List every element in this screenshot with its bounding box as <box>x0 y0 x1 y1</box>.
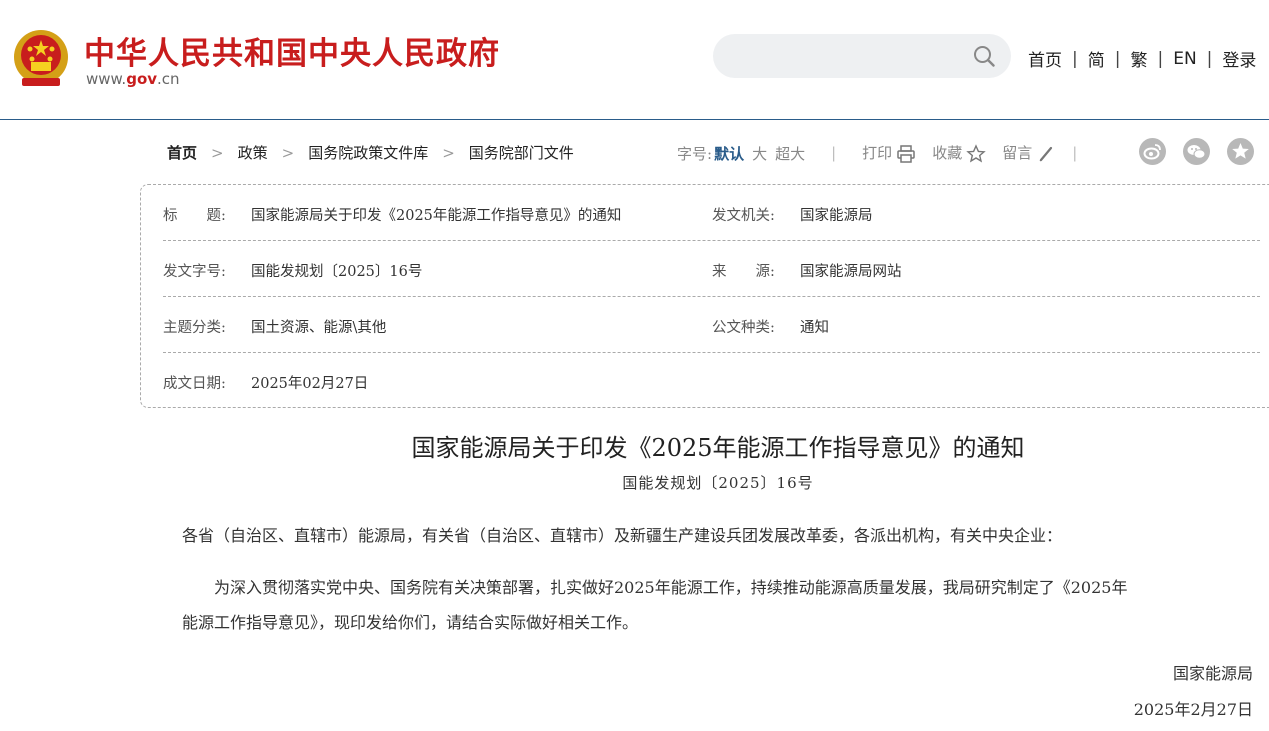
site-header: 中华人民共和国中央人民政府 www.gov.cn 首页 | 简 | 繁 | EN… <box>0 0 1269 120</box>
article-doc-number: 国能发规划〔2025〕16号 <box>622 474 814 492</box>
wechat-icon <box>1187 145 1206 159</box>
article-salutation: 各省（自治区、直辖市）能源局，有关省（自治区、直辖市）及新疆生产建设兵团发展改革… <box>182 526 1063 545</box>
print-button[interactable]: 打印 <box>862 142 916 164</box>
title-label: 标 题: <box>163 208 226 224</box>
article-tools: 字号: 默认 大 超大 | 打印 收藏 留言 | <box>677 142 1077 164</box>
nav-separator: | <box>1157 48 1164 69</box>
breadcrumb-department-docs[interactable]: 国务院部门文件 <box>469 142 574 163</box>
site-url[interactable]: www.gov.cn <box>86 70 180 88</box>
article-sign-date: 2025年2月27日 <box>1133 700 1253 719</box>
comment-label: 留言 <box>1002 144 1033 162</box>
breadcrumb-home[interactable]: 首页 <box>167 142 197 163</box>
qzone-share-button[interactable] <box>1227 138 1254 165</box>
wechat-share-button[interactable] <box>1183 138 1210 165</box>
print-label: 打印 <box>862 144 893 162</box>
favorite-label: 收藏 <box>932 144 963 162</box>
nav-traditional[interactable]: 繁 <box>1130 46 1147 71</box>
metadata-row: 标 题: 国家能源局关于印发《2025年能源工作指导意见》的通知 发文机关: 国… <box>163 185 1260 241</box>
metadata-row: 成文日期: 2025年02月27日 <box>163 353 1260 409</box>
search-icon[interactable] <box>973 45 995 67</box>
font-size-xlarge[interactable]: 超大 <box>775 143 805 164</box>
docno-label: 发文字号: <box>163 264 226 280</box>
nav-login[interactable]: 登录 <box>1222 46 1256 71</box>
nav-simplified[interactable]: 简 <box>1088 46 1105 71</box>
breadcrumb-policy[interactable]: 政策 <box>238 142 268 163</box>
favorite-button[interactable]: 收藏 <box>932 142 986 164</box>
article-body-line: 为深入贯彻落实党中央、国务院有关决策部署，扎实做好2025年能源工作，持续推动能… <box>182 578 1128 597</box>
date-label: 成文日期: <box>163 376 226 392</box>
nav-separator: | <box>1114 48 1121 69</box>
nav-separator: | <box>1072 48 1078 69</box>
topic-label: 主题分类: <box>163 320 226 336</box>
font-size-default[interactable]: 默认 <box>714 143 744 164</box>
article-body-line: 能源工作指导意见》，现印发给你们，请结合实际做好相关工作。 <box>182 613 639 632</box>
star-icon <box>966 144 986 163</box>
qzone-icon <box>1232 143 1249 159</box>
comment-button[interactable]: 留言 <box>1002 142 1056 164</box>
top-nav: 首页 | 简 | 繁 | EN | 登录 <box>1028 46 1256 72</box>
font-size-label: 字号: <box>677 144 713 163</box>
breadcrumb-separator: > <box>211 143 224 162</box>
article-title: 国家能源局关于印发《2025年能源工作指导意见》的通知 <box>411 434 1025 462</box>
nav-home[interactable]: 首页 <box>1028 46 1062 71</box>
metadata-row: 发文字号: 国能发规划〔2025〕16号 来 源: 国家能源局网站 <box>163 241 1260 297</box>
url-suffix: .cn <box>157 70 180 88</box>
topic-value: 国土资源、能源\其他 <box>251 320 387 336</box>
site-name[interactable]: 中华人民共和国中央人民政府 <box>84 28 500 73</box>
nav-english[interactable]: EN <box>1173 49 1196 69</box>
nav-separator: | <box>1206 48 1213 69</box>
docno-value: 国能发规划〔2025〕16号 <box>251 264 423 280</box>
breadcrumb: 首页 > 政策 > 国务院政策文件库 > 国务院部门文件 <box>167 142 574 163</box>
pencil-icon <box>1039 146 1053 162</box>
metadata-row: 主题分类: 国土资源、能源\其他 公文种类: 通知 <box>163 297 1260 353</box>
breadcrumb-policy-library[interactable]: 国务院政策文件库 <box>308 142 428 163</box>
title-value: 国家能源局关于印发《2025年能源工作指导意见》的通知 <box>251 208 622 224</box>
article-signature: 国家能源局 <box>1172 664 1253 683</box>
doctype-value: 通知 <box>800 320 829 336</box>
breadcrumb-separator: > <box>281 143 295 162</box>
issuer-value: 国家能源局 <box>800 208 873 224</box>
document-metadata-box: 标 题: 国家能源局关于印发《2025年能源工作指导意见》的通知 发文机关: 国… <box>140 184 1269 408</box>
breadcrumb-separator: > <box>442 143 455 162</box>
tools-divider: | <box>1072 144 1078 162</box>
weibo-share-button[interactable] <box>1139 138 1166 165</box>
source-value: 国家能源局网站 <box>800 264 902 280</box>
url-prefix: www. <box>86 70 127 88</box>
printer-icon <box>897 145 915 163</box>
issuer-label: 发文机关: <box>712 208 775 224</box>
search-input[interactable] <box>713 34 1011 78</box>
font-size-large[interactable]: 大 <box>752 143 767 164</box>
weibo-icon <box>1143 144 1161 160</box>
source-label: 来 源: <box>712 264 775 280</box>
article-body: 为深入贯彻落实党中央、国务院有关决策部署，扎实做好2025年能源工作，持续推动能… <box>182 570 1257 640</box>
date-value: 2025年02月27日 <box>251 376 369 392</box>
tools-divider: | <box>831 144 837 162</box>
national-emblem-icon[interactable] <box>12 28 70 90</box>
url-gov: gov <box>126 70 158 88</box>
doctype-label: 公文种类: <box>712 320 775 336</box>
